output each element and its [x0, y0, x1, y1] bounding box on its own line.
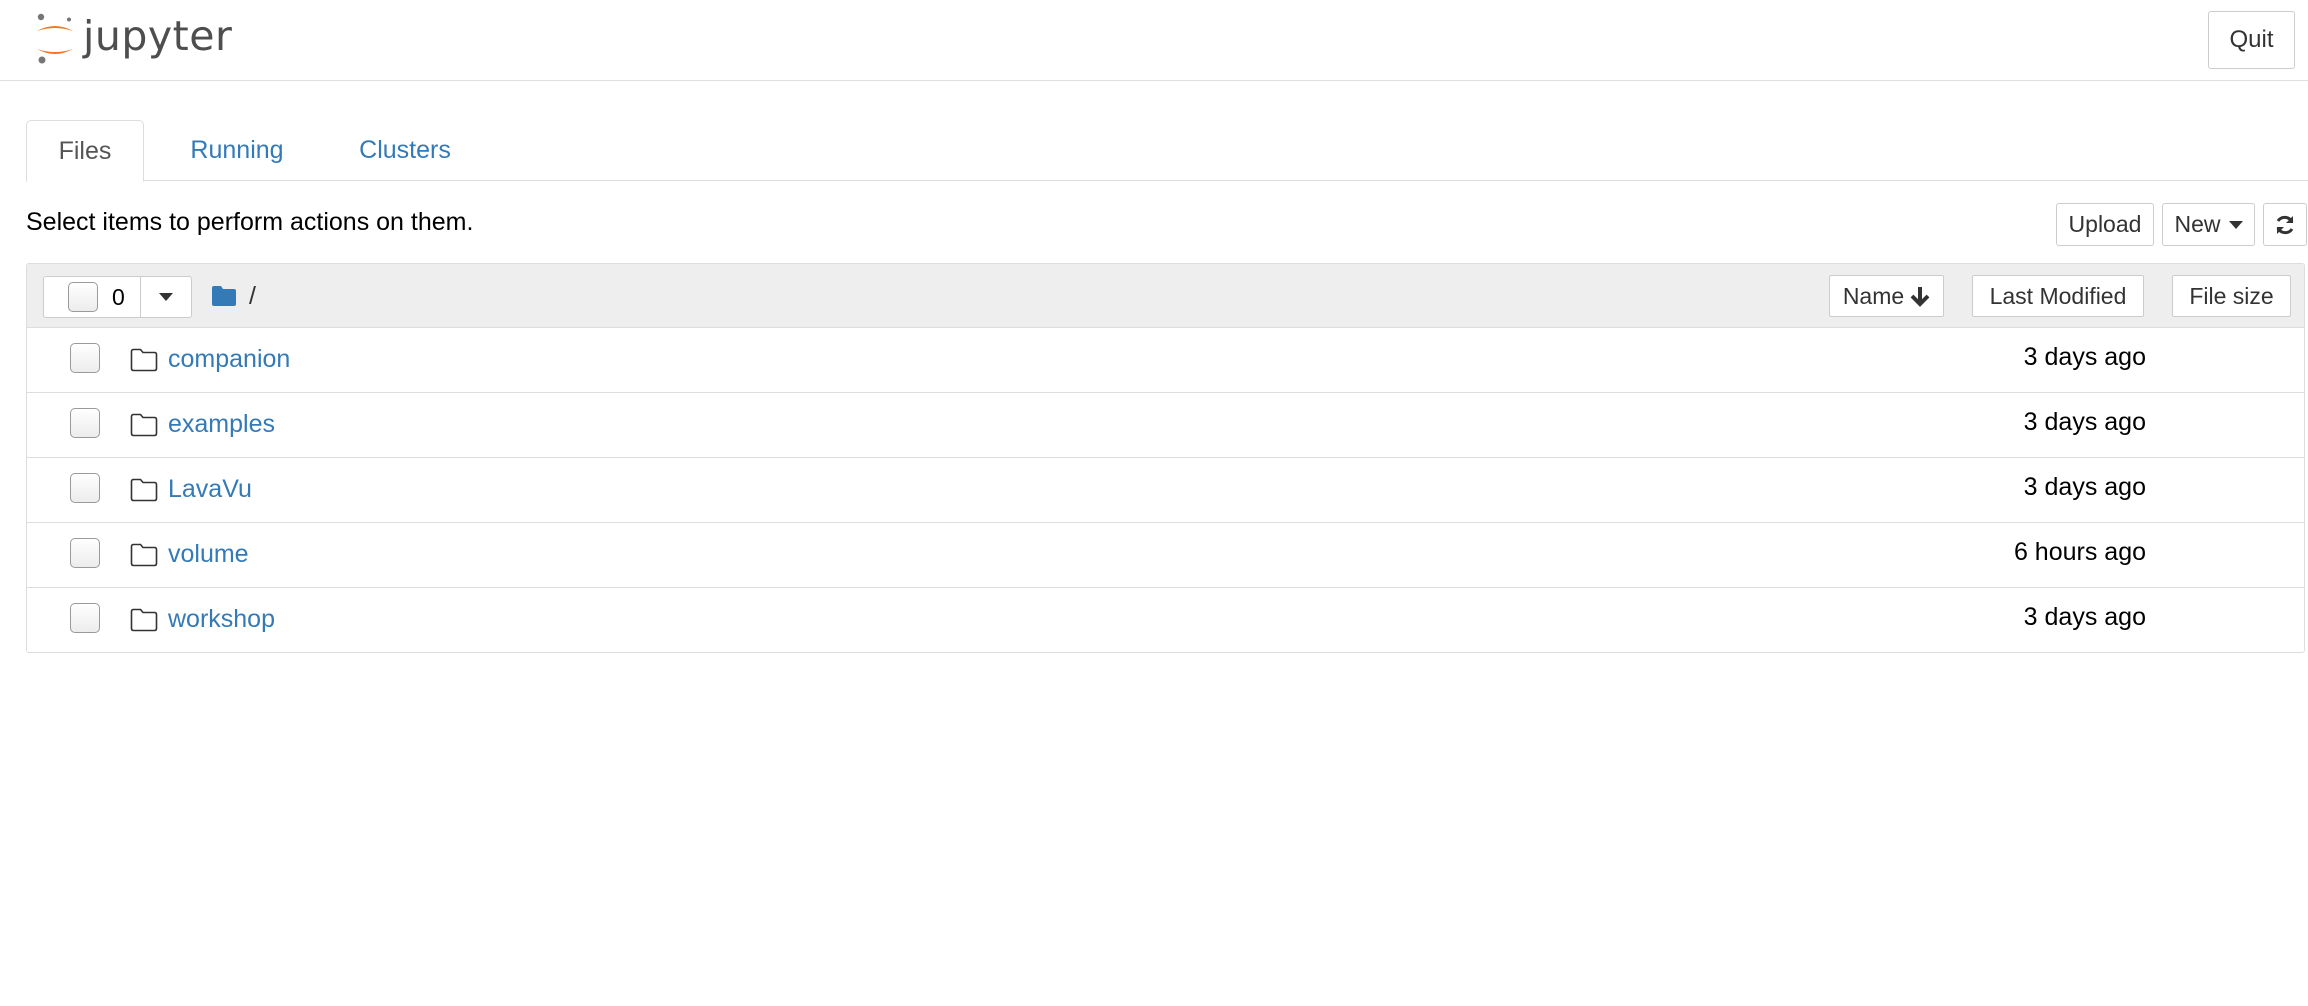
tab-bar: Files Running Clusters — [26, 120, 2308, 182]
file-name-link[interactable]: workshop — [168, 605, 275, 634]
row-checkbox[interactable] — [70, 343, 100, 373]
new-dropdown-button[interactable]: New — [2162, 203, 2255, 246]
row-checkbox[interactable] — [70, 538, 100, 568]
file-row[interactable]: workshop 3 days ago — [27, 588, 2304, 653]
selected-count: 0 — [112, 283, 125, 310]
upload-button[interactable]: Upload — [2056, 203, 2154, 246]
logo-text: jupyter — [83, 12, 233, 60]
file-name-link[interactable]: volume — [168, 540, 249, 569]
tab-running[interactable]: Running — [162, 120, 312, 181]
refresh-button[interactable] — [2263, 203, 2307, 246]
file-row[interactable]: LavaVu 3 days ago — [27, 458, 2304, 523]
last-modified: 3 days ago — [2023, 408, 2146, 436]
arrow-down-icon — [1910, 287, 1930, 307]
file-row[interactable]: companion 3 days ago — [27, 328, 2304, 393]
quit-button[interactable]: Quit — [2208, 11, 2295, 69]
new-button-label: New — [2174, 211, 2221, 237]
select-all-group: 0 — [43, 276, 192, 318]
jupyter-logo-icon — [37, 13, 73, 64]
select-all-toggle[interactable]: 0 — [44, 277, 141, 317]
file-list: 0 / Name Last Modified File size compani… — [26, 263, 2305, 653]
file-row[interactable]: volume 6 hours ago — [27, 523, 2304, 588]
folder-icon — [130, 608, 158, 632]
selection-hint: Select items to perform actions on them. — [26, 208, 474, 236]
row-checkbox[interactable] — [70, 408, 100, 438]
folder-icon — [130, 543, 158, 567]
file-name-link[interactable]: LavaVu — [168, 475, 252, 504]
row-checkbox[interactable] — [70, 603, 100, 633]
caret-down-icon — [159, 293, 173, 301]
breadcrumb-root[interactable]: / — [249, 282, 256, 311]
folder-solid-icon[interactable] — [211, 285, 237, 307]
refresh-icon — [2276, 215, 2294, 234]
jupyter-logo[interactable]: jupyter — [33, 10, 232, 68]
select-all-checkbox[interactable] — [68, 282, 98, 312]
folder-icon — [130, 348, 158, 372]
file-name-link[interactable]: examples — [168, 410, 275, 439]
tab-clusters[interactable]: Clusters — [330, 120, 480, 181]
folder-icon — [130, 478, 158, 502]
file-row[interactable]: examples 3 days ago — [27, 393, 2304, 458]
tab-files[interactable]: Files — [26, 120, 144, 182]
sort-name-label: Name — [1842, 282, 1905, 309]
sort-by-file-size-button[interactable]: File size — [2172, 275, 2291, 317]
last-modified: 6 hours ago — [2013, 538, 2146, 566]
sort-by-last-modified-button[interactable]: Last Modified — [1972, 275, 2144, 317]
file-list-header: 0 / Name Last Modified File size — [27, 264, 2304, 328]
last-modified: 3 days ago — [2023, 473, 2146, 501]
row-checkbox[interactable] — [70, 473, 100, 503]
file-name-link[interactable]: companion — [168, 345, 290, 374]
breadcrumb: / — [211, 280, 256, 312]
folder-icon — [130, 413, 158, 437]
last-modified: 3 days ago — [2023, 603, 2146, 631]
header: jupyter Quit — [0, 0, 2308, 81]
select-dropdown-button[interactable] — [141, 277, 191, 317]
sort-by-name-button[interactable]: Name — [1829, 275, 1944, 317]
caret-down-icon — [2228, 220, 2243, 229]
last-modified: 3 days ago — [2023, 343, 2146, 371]
